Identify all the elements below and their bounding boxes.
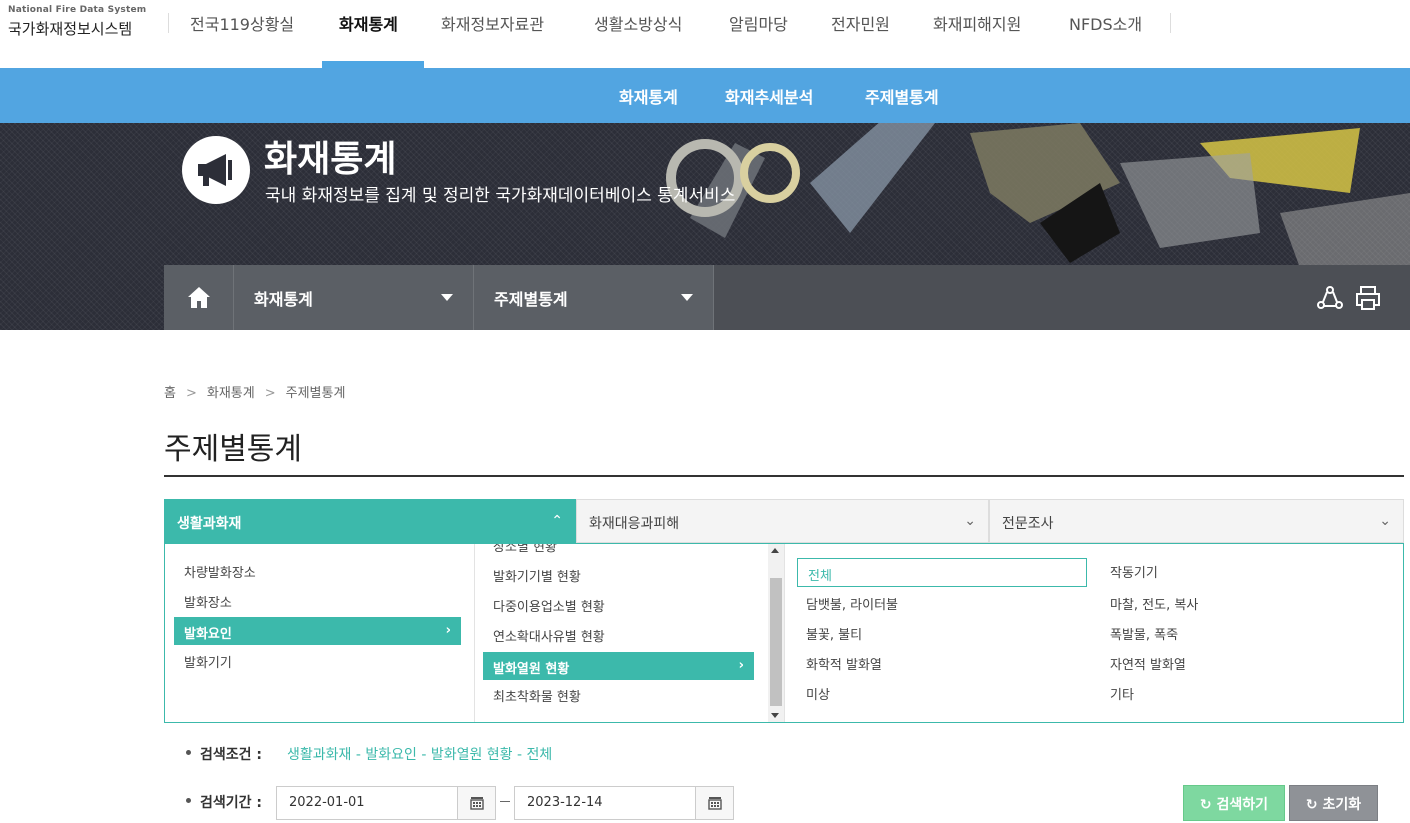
chevron-right-icon: > (264, 386, 276, 401)
chevron-right-icon: › (738, 658, 744, 673)
breadcrumb: 홈 > 화재통계 > 주제별통계 (164, 382, 345, 401)
chevron-down-icon: ⌄ (964, 513, 976, 529)
list-item-selected[interactable]: 발화요인 › (174, 617, 461, 645)
option-item[interactable]: 작동기기 (1110, 562, 1158, 581)
list-item[interactable]: 연소확대사유별 현황 (493, 626, 605, 645)
list-item-label: 발화요인 (184, 627, 232, 642)
search-button[interactable]: ↻ 검색하기 (1183, 785, 1285, 821)
category-tabs: 생활과화재 ⌃ 화재대응과피해 ⌄ 전문조사 ⌄ (164, 499, 1404, 543)
option-item[interactable]: 마찰, 전도, 복사 (1110, 594, 1198, 613)
option-item[interactable]: 기타 (1110, 684, 1134, 703)
date-from-value: 2022-01-01 (289, 795, 365, 810)
scrollbar-thumb[interactable] (770, 578, 782, 706)
chevron-down-icon: ⌄ (1379, 513, 1391, 529)
reset-button-label: 초기화 (1322, 797, 1362, 813)
location-level2-label: 주제별통계 (494, 290, 568, 309)
gnb-item-archive[interactable]: 화재정보자료관 (441, 11, 544, 35)
gnb-divider (1170, 13, 1171, 33)
tab-expert-survey[interactable]: 전문조사 ⌄ (989, 499, 1404, 543)
list-item[interactable]: 발화기기 (184, 652, 232, 671)
caret-down-icon (441, 294, 453, 301)
gnb-item-notice[interactable]: 알림마당 (729, 11, 788, 35)
scroll-up-arrow-icon[interactable] (771, 548, 779, 553)
gnb-item-civil[interactable]: 전자민원 (831, 11, 890, 35)
search-period-label: 검색기간 : (200, 795, 262, 811)
category-list: 차량발화장소 발화장소 발화요인 › 발화기기 (165, 544, 475, 722)
gnb-item-119[interactable]: 전국119상황실 (190, 11, 294, 35)
location-dropdown-level1[interactable]: 화재통계 (234, 265, 474, 330)
logo-english[interactable]: National Fire Data System (8, 5, 146, 15)
gnb-item-support[interactable]: 화재피해지원 (933, 11, 1021, 35)
list-item-label: 발화열원 현황 (493, 662, 570, 677)
location-level1-label: 화재통계 (254, 290, 313, 309)
location-bar: 화재통계 주제별통계 (164, 265, 1410, 330)
list-item[interactable]: 차량발화장소 (184, 562, 256, 581)
breadcrumb-topic-stats[interactable]: 주제별통계 (286, 382, 346, 401)
chevron-right-icon: > (185, 386, 197, 401)
date-to-field[interactable]: 2023-12-14 (514, 786, 734, 820)
bullet-icon (186, 750, 191, 755)
tab-response-damage[interactable]: 화재대응과피해 ⌄ (576, 499, 989, 543)
caret-down-icon (681, 294, 693, 301)
option-item[interactable]: 자연적 발화열 (1110, 654, 1186, 673)
tab-label: 생활과화재 (177, 516, 242, 532)
chevron-up-icon: ⌃ (551, 513, 563, 529)
title-divider (164, 475, 1404, 477)
list-item[interactable]: 발화장소 (184, 592, 232, 611)
subcategory-list: 장소별 현황 발화기기별 현황 다중이용업소별 현황 연소확대사유별 현황 발화… (475, 544, 785, 722)
subnav-fire-stats[interactable]: 화재통계 (619, 84, 678, 108)
share-icon[interactable] (1316, 284, 1344, 312)
breadcrumb-fire-stats[interactable]: 화재통계 (207, 382, 255, 401)
calendar-icon[interactable] (457, 787, 495, 819)
refresh-icon: ↻ (1199, 797, 1212, 813)
hero-title: 화재통계 (264, 139, 397, 180)
top-header: National Fire Data System 국가화재정보시스템 전국11… (0, 0, 1410, 68)
reset-button[interactable]: ↻ 초기화 (1289, 785, 1378, 821)
search-condition-label: 검색조건 : (200, 747, 262, 763)
option-list: 전체 담뱃불, 라이터불 불꽃, 불티 화학적 발화열 미상 작동기기 마찰, … (785, 544, 1403, 722)
refresh-icon: ↻ (1305, 797, 1318, 813)
breadcrumb-home[interactable]: 홈 (164, 382, 176, 401)
sub-navigation: 화재통계 화재추세분석 주제별통계 (0, 68, 1410, 123)
print-icon[interactable] (1354, 284, 1382, 312)
tab-label: 전문조사 (1002, 516, 1054, 532)
scroll-down-arrow-icon[interactable] (771, 713, 779, 718)
home-icon[interactable] (164, 265, 234, 330)
gnb-item-safety-tips[interactable]: 생활소방상식 (594, 11, 682, 35)
date-range-dash (500, 801, 510, 802)
date-from-field[interactable]: 2022-01-01 (276, 786, 496, 820)
gnb-item-about[interactable]: NFDS소개 (1069, 11, 1142, 35)
gnb-item-fire-stats[interactable]: 화재통계 (339, 11, 398, 35)
option-item[interactable]: 폭발물, 폭죽 (1110, 624, 1178, 643)
option-all-selected[interactable]: 전체 (797, 558, 1087, 587)
list-item[interactable]: 최초착화물 현황 (493, 686, 581, 705)
list-item[interactable]: 다중이용업소별 현황 (493, 596, 605, 615)
option-item[interactable]: 미상 (806, 684, 830, 703)
selection-panel: 차량발화장소 발화장소 발화요인 › 발화기기 장소별 현황 발화기기별 현황 … (164, 543, 1404, 723)
tab-label: 화재대응과피해 (589, 516, 680, 532)
hero-subtitle: 국내 화재정보를 집계 및 정리한 국가화재데이터베이스 통계서비스 (265, 186, 736, 206)
gnb-divider (168, 13, 169, 33)
list-item[interactable]: 장소별 현황 (493, 544, 557, 555)
page-title: 주제별통계 (164, 432, 302, 467)
location-dropdown-level2[interactable]: 주제별통계 (474, 265, 714, 330)
search-condition-value: 생활과화재 - 발화요인 - 발화열원 현황 - 전체 (287, 747, 553, 763)
search-button-label: 검색하기 (1216, 797, 1269, 813)
subnav-trend-analysis[interactable]: 화재추세분석 (725, 84, 813, 108)
option-item[interactable]: 담뱃불, 라이터불 (806, 594, 898, 613)
bullet-icon (186, 798, 191, 803)
logo-korean[interactable]: 국가화재정보시스템 (8, 18, 132, 39)
tab-life-fire[interactable]: 생활과화재 ⌃ (164, 499, 576, 543)
calendar-icon[interactable] (695, 787, 733, 819)
chevron-right-icon: › (445, 623, 451, 638)
hero-banner: 화재통계 국내 화재정보를 집계 및 정리한 국가화재데이터베이스 통계서비스 … (0, 123, 1410, 330)
subnav-topic-stats[interactable]: 주제별통계 (865, 84, 939, 108)
date-to-value: 2023-12-14 (527, 795, 603, 810)
list-item-selected[interactable]: 발화열원 현황 › (483, 652, 754, 680)
gnb-active-indicator (322, 61, 424, 68)
option-item[interactable]: 불꽃, 불티 (806, 624, 862, 643)
megaphone-icon (182, 136, 250, 204)
list-item[interactable]: 발화기기별 현황 (493, 566, 581, 585)
option-item[interactable]: 화학적 발화열 (806, 654, 882, 673)
